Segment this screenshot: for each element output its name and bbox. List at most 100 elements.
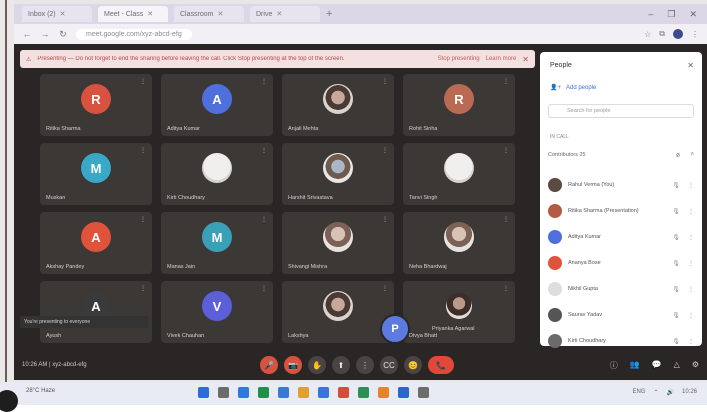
volume-icon[interactable]: 🔊	[667, 389, 674, 396]
chevron-up-icon[interactable]: ˄	[690, 152, 694, 159]
url-field[interactable]: meet.google.com/xyz-abcd-efg	[76, 28, 192, 40]
browser-tab[interactable]: Inbox (2) ✕	[22, 6, 92, 22]
participant-tile[interactable]: ⋮ M Manas Jain	[161, 212, 273, 274]
tile-menu-icon[interactable]: ⋮	[503, 78, 509, 86]
more-icon[interactable]: ⋮	[688, 182, 694, 189]
chevron-up-icon[interactable]: ⌃	[653, 389, 658, 396]
taskbar-app-icon[interactable]	[358, 387, 369, 398]
participant-tile[interactable]: ⋮ Shivangi Mishra	[282, 212, 394, 274]
info-icon[interactable]: ⓘ	[610, 360, 618, 371]
participant-row[interactable]: Ananya Bose 🎙 ⋮	[548, 250, 698, 276]
participant-tile[interactable]: ⋮ Harshit Srivastava	[282, 143, 394, 205]
back-icon[interactable]: ←	[22, 29, 32, 39]
raise-hand-button[interactable]: ✋	[308, 356, 326, 374]
new-tab-icon[interactable]: +	[326, 8, 332, 20]
participant-row[interactable]: Nikhil Gupta 🎙 ⋮	[548, 276, 698, 302]
more-icon[interactable]: ⋮	[688, 312, 694, 319]
participant-tile[interactable]: ⋮ Kirti Choudhary	[161, 143, 273, 205]
participant-row[interactable]: Ritika Sharma (Presentation) 🎙 ⋮	[548, 198, 698, 224]
participant-tile[interactable]: ⋮ Lakshya	[282, 281, 394, 343]
taskbar-app-icon[interactable]	[298, 387, 309, 398]
people-icon[interactable]: 👥	[630, 360, 640, 371]
close-icon[interactable]: ✕	[147, 10, 153, 18]
taskbar-app-icon[interactable]	[338, 387, 349, 398]
profile-avatar[interactable]	[673, 29, 683, 39]
browser-tab[interactable]: Drive ✕	[250, 6, 320, 22]
participant-row[interactable]: Kirti Choudhary 🎙 ⋮	[548, 328, 698, 354]
more-options-button[interactable]: ⋮	[356, 356, 374, 374]
taskbar-app-icon[interactable]	[218, 387, 229, 398]
taskbar-app-icon[interactable]	[238, 387, 249, 398]
participant-row[interactable]: Aditya Kumar 🎙 ⋮	[548, 224, 698, 250]
mic-button[interactable]: 🎤	[260, 356, 278, 374]
close-icon[interactable]: ✕	[687, 61, 694, 70]
tile-menu-icon[interactable]: ⋮	[382, 285, 388, 293]
more-icon[interactable]: ⋮	[688, 286, 694, 293]
weather-widget[interactable]: 28°C Haze	[26, 388, 55, 394]
learn-more-link[interactable]: Learn more	[486, 56, 517, 62]
taskbar-app-icon[interactable]	[378, 387, 389, 398]
participant-tile[interactable]: ⋮ Divya Bhatt	[403, 281, 515, 343]
forward-icon[interactable]: →	[40, 29, 50, 39]
participant-tile[interactable]: ⋮ R Ritika Sharma	[40, 74, 152, 136]
browser-tab[interactable]: Classroom ✕	[174, 6, 244, 22]
close-icon[interactable]: ✕	[522, 55, 529, 64]
tile-menu-icon[interactable]: ⋮	[261, 147, 267, 155]
participant-row[interactable]: Saurav Yadav 🎙 ⋮	[548, 302, 698, 328]
taskbar-app-icon[interactable]	[278, 387, 289, 398]
language-indicator[interactable]: ENG	[632, 389, 645, 396]
reactions-button[interactable]: 😊	[404, 356, 422, 374]
taskbar-app-icon[interactable]	[398, 387, 409, 398]
participant-tile[interactable]: ⋮ A Aditya Kumar	[161, 74, 273, 136]
star-icon[interactable]: ☆	[644, 30, 651, 39]
participant-tile[interactable]: ⋮ A Akshay Pandey	[40, 212, 152, 274]
more-icon[interactable]: ⋮	[688, 208, 694, 215]
activities-icon[interactable]: △	[674, 360, 680, 371]
more-icon[interactable]: ⋮	[688, 260, 694, 267]
camera-button[interactable]: 📷	[284, 356, 302, 374]
taskbar-app-icon[interactable]	[258, 387, 269, 398]
leave-call-button[interactable]: 📞	[428, 356, 454, 374]
window-close-icon[interactable]: ✕	[689, 9, 697, 20]
taskbar-app-icon[interactable]	[198, 387, 209, 398]
mute-all-icon[interactable]: ⊘	[675, 152, 680, 159]
chat-icon[interactable]: 💬	[652, 360, 662, 371]
participant-tile[interactable]: ⋮ A Ayush	[40, 281, 152, 343]
maximize-icon[interactable]: ❐	[667, 9, 675, 20]
more-icon[interactable]: ⋮	[688, 234, 694, 241]
tile-menu-icon[interactable]: ⋮	[261, 285, 267, 293]
tile-menu-icon[interactable]: ⋮	[503, 285, 509, 293]
tile-menu-icon[interactable]: ⋮	[261, 216, 267, 224]
participant-tile[interactable]: ⋮ V Vivek Chauhan	[161, 281, 273, 343]
tile-menu-icon[interactable]: ⋮	[503, 147, 509, 155]
settings-icon[interactable]: ⚙	[692, 360, 699, 371]
participant-tile[interactable]: ⋮ R Rohit Sinha	[403, 74, 515, 136]
taskbar-app-icon[interactable]	[418, 387, 429, 398]
participant-tile[interactable]: ⋮ Anjali Mehta	[282, 74, 394, 136]
participant-tile[interactable]: ⋮ Neha Bhardwaj	[403, 212, 515, 274]
contributors-row[interactable]: Contributors 25 ⊘ ˄	[548, 148, 694, 162]
tile-menu-icon[interactable]: ⋮	[382, 78, 388, 86]
clock[interactable]: 10:26	[682, 389, 697, 396]
tile-menu-icon[interactable]: ⋮	[503, 216, 509, 224]
tile-menu-icon[interactable]: ⋮	[382, 216, 388, 224]
minimize-icon[interactable]: –	[648, 9, 653, 20]
extensions-icon[interactable]: ⧉	[659, 29, 665, 39]
present-button[interactable]: ⬆	[332, 356, 350, 374]
taskbar-app-icon[interactable]	[318, 387, 329, 398]
tile-menu-icon[interactable]: ⋮	[140, 285, 146, 293]
tile-menu-icon[interactable]: ⋮	[382, 147, 388, 155]
stop-presenting-link[interactable]: Stop presenting	[438, 56, 480, 62]
menu-icon[interactable]: ⋮	[691, 30, 699, 39]
tile-menu-icon[interactable]: ⋮	[140, 147, 146, 155]
participant-row[interactable]: Rahul Verma (You) 🎙 ⋮	[548, 172, 698, 198]
close-icon[interactable]: ✕	[276, 10, 282, 18]
tile-menu-icon[interactable]: ⋮	[261, 78, 267, 86]
close-icon[interactable]: ✕	[60, 10, 66, 18]
participant-tile[interactable]: ⋮ M Muskan	[40, 143, 152, 205]
tile-menu-icon[interactable]: ⋮	[140, 216, 146, 224]
participant-tile[interactable]: ⋮ Tanvi Singh	[403, 143, 515, 205]
reload-icon[interactable]: ↻	[58, 29, 68, 40]
start-button[interactable]	[0, 390, 18, 412]
close-icon[interactable]: ✕	[217, 10, 223, 18]
